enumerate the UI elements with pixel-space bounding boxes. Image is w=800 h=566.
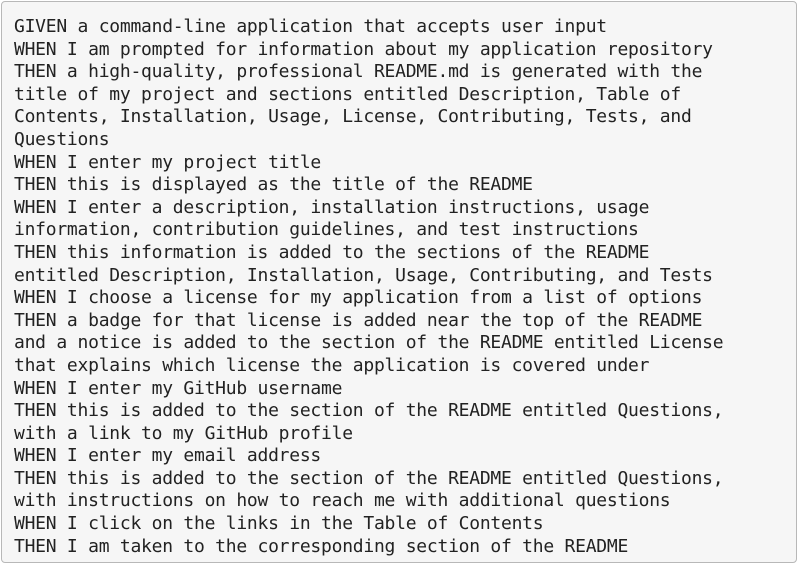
code-line: with instructions on how to reach me wit… <box>14 490 671 512</box>
code-line: GIVEN a command-line application that ac… <box>14 16 607 37</box>
code-line: THEN a badge for that license is added n… <box>14 309 703 331</box>
code-line: THEN this is added to the section of the… <box>14 467 724 489</box>
code-line: WHEN I am prompted for information about… <box>14 38 713 60</box>
code-line: WHEN I enter my email address <box>14 445 322 467</box>
code-line: Contents, Installation, Usage, License, … <box>14 106 692 128</box>
code-line: THEN I am taken to the corresponding sec… <box>14 535 629 557</box>
code-line: entitled Description, Installation, Usag… <box>14 264 713 286</box>
code-line: WHEN I enter my project title <box>14 151 322 173</box>
code-line: THEN this is added to the section of the… <box>14 400 724 422</box>
code-line: THEN this information is added to the se… <box>14 241 650 263</box>
code-line: WHEN I click on the links in the Table o… <box>14 513 544 535</box>
code-line: THEN a high-quality, professional README… <box>14 61 703 83</box>
code-line: that explains which license the applicat… <box>14 354 650 376</box>
code-line: WHEN I enter my GitHub username <box>14 377 343 399</box>
code-line: and a notice is added to the section of … <box>14 332 724 354</box>
code-line: WHEN I enter a description, installation… <box>14 196 650 218</box>
code-line: THEN this is displayed as the title of t… <box>14 174 533 196</box>
code-line: information, contribution guidelines, an… <box>14 219 639 241</box>
code-line: title of my project and sections entitle… <box>14 83 681 105</box>
code-line: WHEN I choose a license for my applicati… <box>14 287 703 309</box>
code-line: Questions <box>14 128 110 150</box>
code-line: with a link to my GitHub profile <box>14 422 353 444</box>
code-block: GIVEN a command-line application that ac… <box>1 1 797 563</box>
